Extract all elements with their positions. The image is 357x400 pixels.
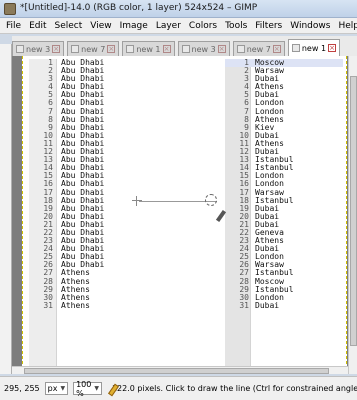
image-thumbnail-icon <box>236 45 245 53</box>
menu-filters[interactable]: Filters <box>255 21 282 31</box>
unit-value: px <box>47 384 58 393</box>
menu-layer[interactable]: Layer <box>156 21 181 31</box>
close-icon[interactable]: × <box>272 45 281 53</box>
tab-label: new 7 <box>81 44 106 54</box>
text-line: 31 Athens <box>29 300 129 310</box>
status-message: 122.0 pixels. Click to draw the line (Ct… <box>111 384 357 393</box>
tab-label: new 1 <box>301 43 327 53</box>
tab-new-7-a[interactable]: new 7 × <box>67 41 120 56</box>
left-text-panel: 1 Abu Dhabi 2 Abu Dhabi 3 Abu Dhabi 4 Abu Dhabi… <box>29 58 129 374</box>
image-thumbnail-icon <box>16 45 24 53</box>
close-icon[interactable]: × <box>52 45 61 53</box>
text-line: 31 Dubai <box>225 300 343 310</box>
tab-new-3-a[interactable]: new 3 × <box>12 41 65 56</box>
tab-new-7-b[interactable]: new 7 × <box>232 41 285 56</box>
menu-tools[interactable]: Tools <box>225 21 247 31</box>
menu-windows[interactable]: Windows <box>290 21 330 31</box>
pointer-coordinates: 295, 255 <box>4 384 40 393</box>
window-title: *[Untitled]-14.0 (RGB color, 1 layer) 52… <box>20 3 258 13</box>
text-line: 8 Athens <box>225 115 343 124</box>
window-titlebar: *[Untitled]-14.0 (RGB color, 1 layer) 52… <box>0 0 357 18</box>
tab-label: new 7 <box>246 44 271 54</box>
vertical-scrollbar[interactable] <box>348 56 357 374</box>
menu-select[interactable]: Select <box>55 21 83 31</box>
image-thumbnail-icon <box>126 45 135 53</box>
text-line: 6 London <box>225 99 343 107</box>
tab-new-3-b[interactable]: new 3 × <box>177 41 230 56</box>
image-tabbar: new 3 × new 7 × new 1 × new 3 × new 7 × … <box>12 36 357 56</box>
menubar: File Edit Select View Image Layer Colors… <box>0 18 357 34</box>
menu-image[interactable]: Image <box>120 21 148 31</box>
line-number: 31 <box>239 300 249 310</box>
tab-new-1-active[interactable]: new 1 × <box>287 39 341 56</box>
zoom-value: 100 % <box>76 379 92 398</box>
menu-edit[interactable]: Edit <box>29 21 46 31</box>
menu-file[interactable]: File <box>6 21 21 31</box>
vertical-scroll-thumb[interactable] <box>350 76 357 346</box>
right-text-panel: 1 Moscow 2 Warsaw 3 Dubai 4 Athens 5 Dubai 6 London… <box>225 58 343 374</box>
text-line: 1 Moscow <box>225 58 343 68</box>
tab-label: new 1 <box>136 44 161 54</box>
vertical-ruler[interactable] <box>0 44 12 374</box>
line-text: Athens <box>61 300 90 310</box>
image-thumbnail-icon <box>181 45 190 53</box>
menu-view[interactable]: View <box>90 21 111 31</box>
canvas-viewport[interactable]: 1 Abu Dhabi 2 Abu Dhabi 3 Abu Dhabi 4 Abu Dhabi… <box>12 56 357 374</box>
close-icon[interactable]: × <box>162 45 171 53</box>
tab-label: new 3 <box>191 44 216 54</box>
close-icon[interactable]: × <box>217 45 226 53</box>
chevron-down-icon: ▼ <box>60 385 66 392</box>
text-line: 2 Warsaw <box>225 66 343 75</box>
horizontal-scrollbar[interactable] <box>12 366 348 374</box>
menu-help[interactable]: Help <box>338 21 357 31</box>
menu-colors[interactable]: Colors <box>189 21 217 31</box>
text-line: 7 London <box>225 107 343 116</box>
tab-new-1-a[interactable]: new 1 × <box>122 41 175 56</box>
image-thumbnail-icon <box>71 45 80 53</box>
brush-outline-icon <box>205 194 217 206</box>
line-text: Dubai <box>255 300 280 310</box>
gimp-icon <box>4 3 16 15</box>
zoom-select[interactable]: 100 % ▼ <box>73 379 102 398</box>
chevron-down-icon: ▼ <box>94 385 99 392</box>
statusbar: 295, 255 px ▼ 100 % ▼ 122.0 pixels. Clic… <box>0 376 357 400</box>
image-canvas[interactable]: 1 Abu Dhabi 2 Abu Dhabi 3 Abu Dhabi 4 Abu Dhabi… <box>22 56 347 374</box>
unit-select[interactable]: px ▼ <box>44 382 69 395</box>
text-line: 5 Dubai <box>225 91 343 99</box>
text-line: 4 Athens <box>225 83 343 91</box>
close-icon[interactable]: × <box>328 44 337 52</box>
close-icon[interactable]: × <box>107 45 116 53</box>
line-number: 31 <box>43 300 53 310</box>
image-thumbnail-icon <box>291 44 300 52</box>
tab-label: new 3 <box>26 44 51 54</box>
text-line: 3 Dubai <box>225 75 343 83</box>
horizontal-scroll-thumb[interactable] <box>24 368 329 374</box>
